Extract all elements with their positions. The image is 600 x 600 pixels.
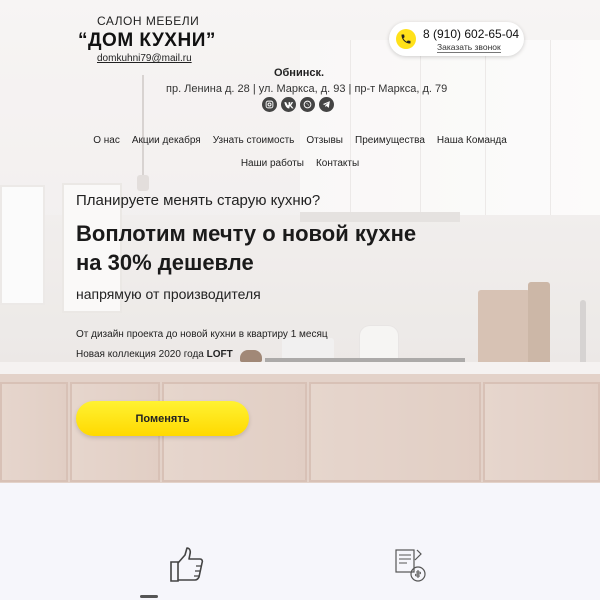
nav-about[interactable]: О нас bbox=[93, 135, 120, 146]
vk-icon[interactable] bbox=[281, 97, 296, 112]
nav-reviews[interactable]: Отзывы bbox=[306, 135, 343, 146]
telegram-icon[interactable] bbox=[319, 97, 334, 112]
phone-icon[interactable] bbox=[396, 29, 416, 49]
headline-line-2: на 30% дешевле bbox=[76, 250, 254, 275]
hero-info-line-1: От дизайн проекта до новой кухни в кварт… bbox=[76, 329, 328, 340]
instagram-icon[interactable] bbox=[262, 97, 277, 112]
hero-section: САЛОН МЕБЕЛИ “ДОМ КУХНИ” domkuhni79@mail… bbox=[0, 0, 600, 483]
feature-caption-partial bbox=[140, 595, 158, 598]
brand-subtitle: САЛОН МЕБЕЛИ bbox=[97, 14, 200, 28]
hero-question: Планируете менять старую кухню? bbox=[76, 192, 321, 209]
hero-info-line-2: Новая коллекция 2020 года LOFT bbox=[76, 349, 233, 360]
main-nav-row-1: О нас Акции декабря Узнать стоимость Отз… bbox=[0, 135, 600, 146]
brand-title: “ДОМ КУХНИ” bbox=[78, 30, 216, 51]
nav-contacts[interactable]: Контакты bbox=[316, 158, 359, 169]
nav-get-price[interactable]: Узнать стоимость bbox=[213, 135, 295, 146]
hero-headline: Воплотим мечту о новой кухне на 30% деше… bbox=[76, 219, 496, 277]
phone-widget[interactable]: 8 (910) 602-65-04 Заказать звонок bbox=[389, 22, 524, 56]
change-kitchen-button[interactable]: Поменять bbox=[76, 401, 249, 436]
nav-december-deals[interactable]: Акции декабря bbox=[132, 135, 201, 146]
price-document-icon bbox=[395, 549, 426, 582]
thumbs-up-icon bbox=[170, 547, 204, 582]
hero-content: САЛОН МЕБЕЛИ “ДОМ КУХНИ” domkuhni79@mail… bbox=[0, 0, 600, 483]
nav-our-works[interactable]: Наши работы bbox=[241, 158, 304, 169]
main-nav-row-2: Наши работы Контакты bbox=[0, 158, 600, 169]
hero-subheadline: напрямую от производителя bbox=[76, 286, 261, 302]
phone-number[interactable]: 8 (910) 602-65-04 bbox=[423, 27, 519, 41]
nav-advantages[interactable]: Преимущества bbox=[355, 135, 425, 146]
email-link[interactable]: domkuhni79@mail.ru bbox=[97, 53, 192, 64]
social-links bbox=[262, 97, 334, 112]
callback-link[interactable]: Заказать звонок bbox=[437, 42, 501, 53]
features-section bbox=[0, 483, 600, 600]
nav-team[interactable]: Наша Команда bbox=[437, 135, 507, 146]
whatsapp-icon[interactable] bbox=[300, 97, 315, 112]
headline-line-1: Воплотим мечту о новой кухне bbox=[76, 221, 417, 246]
city-name: Обнинск. bbox=[273, 67, 325, 79]
addresses: пр. Ленина д. 28 | ул. Маркса, д. 93 | п… bbox=[166, 83, 448, 95]
